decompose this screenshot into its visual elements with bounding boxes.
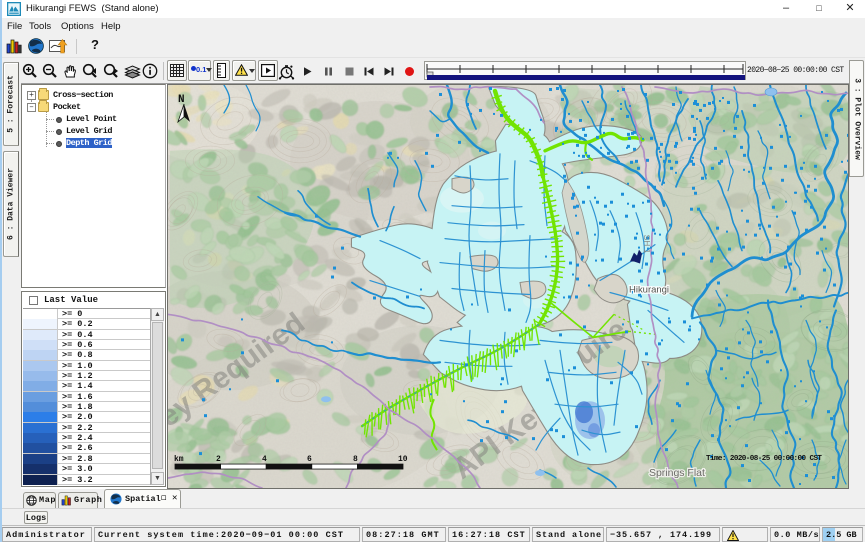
svg-text:km: km: [174, 455, 184, 464]
svg-text:2: 2: [216, 455, 221, 464]
svg-text:Hikurangi: Hikurangi: [629, 284, 669, 295]
svg-text:4: 4: [262, 455, 267, 464]
svg-text:Time: 2020-08-25 00:00:00 CST: Time: 2020-08-25 00:00:00 CST: [706, 455, 822, 463]
svg-text:8: 8: [353, 455, 358, 464]
svg-text:10: 10: [398, 455, 408, 464]
svg-text:Springs Flat: Springs Flat: [649, 468, 705, 479]
svg-text:SH 1: SH 1: [642, 235, 652, 254]
svg-text:6: 6: [307, 455, 312, 464]
